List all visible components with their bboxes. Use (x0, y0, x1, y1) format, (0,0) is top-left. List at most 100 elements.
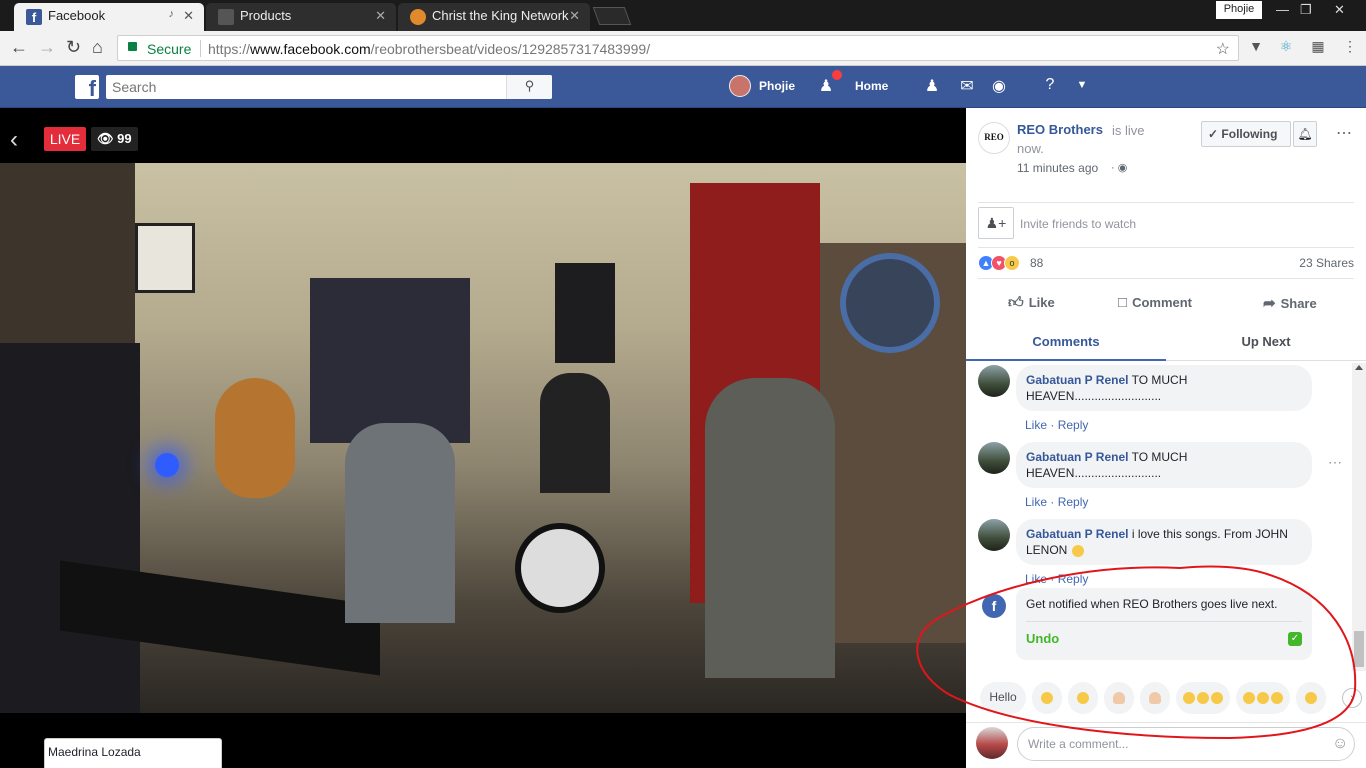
comment-input[interactable] (1017, 727, 1355, 761)
tab-products[interactable]: Products ✕ (206, 3, 396, 31)
notifications-globe-icon[interactable]: ◉ (989, 76, 1009, 96)
tab-facebook[interactable]: f Facebook ♪ ✕ (14, 3, 204, 31)
find-friends-icon[interactable]: ♟ (922, 76, 942, 96)
emoji-picker-icon[interactable]: ☺ (1332, 735, 1348, 753)
back-chevron-icon[interactable]: ‹ (10, 126, 18, 154)
comment-label: Comment (1132, 295, 1193, 310)
reaction-count[interactable]: 88 (1030, 256, 1043, 270)
commenter-avatar[interactable] (978, 519, 1010, 551)
reaction-icons[interactable]: ▲ ♥ o (978, 255, 1020, 271)
quick-reply-hello[interactable]: Hello (980, 682, 1026, 714)
help-icon[interactable]: ? (1040, 76, 1060, 96)
page-name-link[interactable]: REO Brothers (1017, 122, 1103, 137)
undo-button[interactable]: Undo (1026, 631, 1059, 646)
comment-icon: □ (1118, 294, 1128, 311)
close-tab-icon[interactable]: ✕ (375, 8, 386, 24)
commenter-avatar[interactable] (978, 442, 1010, 474)
extension-icon[interactable]: ▦ (1310, 38, 1326, 54)
comment-like-link[interactable]: Like (1025, 495, 1047, 509)
comment-author[interactable]: Gabatuan P Renel (1026, 373, 1128, 387)
video-frame[interactable] (0, 163, 966, 713)
scroll-thumb[interactable] (1354, 631, 1364, 667)
quick-reply-laugh[interactable] (1032, 682, 1062, 714)
new-tab-button[interactable] (592, 7, 632, 25)
quick-reply-wow[interactable] (1296, 682, 1326, 714)
comments-scrollbar[interactable] (1352, 363, 1366, 671)
quick-reply-wave[interactable] (1140, 682, 1170, 714)
bookmark-star-icon[interactable]: ☆ (1216, 39, 1230, 59)
account-menu-chevron-down-icon[interactable]: ▼ (1072, 79, 1092, 99)
smile-emoji-icon (1077, 691, 1089, 704)
browser-profile-button[interactable]: Phojie (1216, 1, 1262, 19)
page-logo[interactable]: REO (978, 122, 1010, 154)
guitar (215, 378, 295, 498)
search-icon[interactable]: ⚲ (506, 75, 552, 99)
notification-bell-icon[interactable]: 🔔︎ (1293, 121, 1317, 147)
tab-comments[interactable]: Comments (966, 325, 1166, 361)
reload-icon[interactable]: ↻ (66, 37, 81, 58)
quick-reply-clap[interactable] (1104, 682, 1134, 714)
share-button[interactable]: ➦ Share (1263, 294, 1317, 312)
minimize-icon[interactable]: — (1276, 2, 1289, 17)
browser-toolbar: ← → ↻ ⌂ Secure https://www.facebook.com/… (0, 31, 1366, 66)
home-icon[interactable]: ⌂ (92, 37, 103, 58)
smile-emoji-icon (1243, 691, 1255, 704)
vpn-extension-icon[interactable]: ▼ (1248, 38, 1264, 54)
profile-link[interactable]: Phojie (759, 79, 795, 93)
back-icon[interactable]: ← (10, 37, 28, 58)
like-button[interactable]: 👍︎ Like (1008, 294, 1055, 312)
comment-like-link[interactable]: Like (1025, 572, 1047, 586)
comment-reply-link[interactable]: Reply (1058, 572, 1089, 586)
video-player[interactable]: ‹ LIVE 👁︎ 99 (0, 108, 966, 768)
comment-author[interactable]: Gabatuan P Renel (1026, 450, 1128, 464)
comment-bubble: Gabatuan P Renel TO MUCH HEAVEN.........… (1016, 442, 1312, 488)
tab-christ-the-king[interactable]: Christ the King Network ✕ (398, 3, 590, 31)
quick-reply-smile[interactable] (1068, 682, 1098, 714)
wow-emoji-icon (1305, 691, 1317, 704)
facebook-logo-icon[interactable]: f (75, 75, 99, 101)
tab-title: Christ the King Network (432, 8, 569, 23)
close-tab-icon[interactable]: ✕ (569, 8, 580, 24)
menu-icon[interactable]: ⋮ (1342, 38, 1358, 54)
close-tab-icon[interactable]: ✕ (183, 8, 194, 24)
quick-reply-triple-smile[interactable] (1236, 682, 1290, 714)
comment-like-link[interactable]: Like (1025, 418, 1047, 432)
url-text[interactable]: https://www.facebook.com/reobrothersbeat… (208, 41, 650, 57)
guitarist-left (345, 423, 455, 623)
more-options-icon[interactable]: ⋯ (1336, 123, 1352, 143)
comment-reply-link[interactable]: Reply (1058, 418, 1089, 432)
smile-emoji-icon (1271, 691, 1283, 704)
comment-options-icon[interactable]: ⋯ (1328, 454, 1342, 471)
my-avatar (976, 727, 1008, 759)
following-button[interactable]: ✓ Following (1201, 121, 1291, 147)
comment-author[interactable]: Gabatuan P Renel (1026, 527, 1128, 541)
react-devtools-icon[interactable]: ⚛ (1278, 38, 1294, 54)
profile-avatar[interactable] (729, 75, 751, 97)
divider (978, 247, 1354, 248)
scroll-up-arrow-icon[interactable] (1355, 365, 1363, 370)
comment-reply-link[interactable]: Reply (1058, 495, 1089, 509)
close-window-icon[interactable]: ✕ (1334, 2, 1345, 18)
chat-tab[interactable]: Maedrina Lozada (44, 738, 222, 768)
divider (200, 40, 201, 57)
facebook-favicon-icon: f (26, 9, 42, 25)
messenger-icon[interactable]: ✉ (957, 76, 977, 96)
search-input[interactable] (106, 75, 506, 99)
tab-up-next[interactable]: Up Next (1166, 325, 1366, 361)
quick-reply-triple-laugh[interactable] (1176, 682, 1230, 714)
post-timestamp[interactable]: 11 minutes ago (1017, 161, 1098, 175)
commenter-avatar[interactable] (978, 365, 1010, 397)
shares-count[interactable]: 23 Shares (1299, 256, 1354, 270)
address-bar[interactable]: Secure https://www.facebook.com/reobroth… (117, 35, 1239, 61)
divider (978, 278, 1354, 279)
facebook-header: f ⚲ Phojie ♟ Home ♟ ✉ ◉ ? ▼ (0, 66, 1366, 108)
invite-friends-link[interactable]: Invite friends to watch (1020, 217, 1136, 231)
more-replies-chevron-icon[interactable]: › (1342, 688, 1362, 708)
forward-icon[interactable]: → (38, 37, 56, 58)
blue-light (155, 453, 179, 477)
restore-icon[interactable]: ❐ (1300, 2, 1312, 18)
audio-playing-icon[interactable]: ♪ (169, 8, 175, 20)
add-friend-icon[interactable]: ♟+ (978, 207, 1014, 239)
comment-button[interactable]: □ Comment (1118, 294, 1192, 311)
home-link[interactable]: Home (855, 79, 888, 93)
